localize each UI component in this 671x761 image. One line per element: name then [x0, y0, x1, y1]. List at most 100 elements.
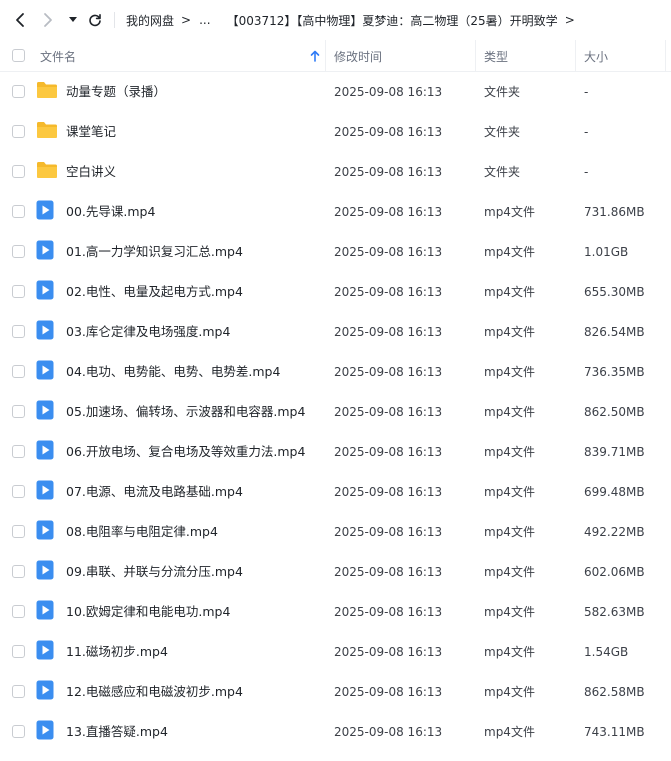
row-checkbox[interactable]	[12, 485, 25, 498]
file-size: 862.50MB	[584, 405, 645, 419]
row-checkbox[interactable]	[12, 205, 25, 218]
breadcrumb-item-root[interactable]: 我的网盘	[126, 12, 174, 29]
row-checkbox[interactable]	[12, 285, 25, 298]
forward-button[interactable]	[38, 8, 58, 32]
file-type: mp4文件	[484, 245, 535, 259]
row-checkbox[interactable]	[12, 605, 25, 618]
video-file-icon	[36, 440, 56, 460]
row-checkbox[interactable]	[12, 165, 25, 178]
file-size: 862.58MB	[584, 685, 645, 699]
arrow-up-icon[interactable]	[310, 50, 320, 62]
column-divider[interactable]	[575, 40, 576, 72]
file-name[interactable]: 07.电源、电流及电路基础.mp4	[66, 472, 243, 512]
history-dropdown-button[interactable]	[66, 8, 80, 32]
file-type: mp4文件	[484, 685, 535, 699]
video-file-icon	[36, 320, 56, 340]
file-name[interactable]: 06.开放电场、复合电场及等效重力法.mp4	[66, 432, 305, 472]
video-file-icon	[36, 560, 56, 580]
file-type: mp4文件	[484, 365, 535, 379]
file-row[interactable]: 05.加速场、偏转场、示波器和电容器.mp4 2025-09-08 16:13 mp…	[0, 392, 671, 432]
column-header-modified-label: 修改时间	[334, 49, 383, 64]
row-checkbox[interactable]	[12, 325, 25, 338]
video-file-icon	[36, 520, 56, 540]
video-file-icon	[36, 280, 56, 300]
row-checkbox[interactable]	[12, 245, 25, 258]
row-checkbox[interactable]	[12, 405, 25, 418]
file-modified-time: 2025-09-08 16:13	[334, 565, 443, 579]
top-navigation-bar: 我的网盘 > ... > 【003712】【高中物理】夏梦迪：高二物理（25暑）…	[0, 0, 671, 40]
file-size: 602.06MB	[584, 565, 645, 579]
file-row[interactable]: 03.库仑定律及电场强度.mp4 2025-09-08 16:13 mp4文件 826…	[0, 312, 671, 352]
file-size: 743.11MB	[584, 725, 645, 739]
file-name[interactable]: 13.直播答疑.mp4	[66, 712, 168, 752]
file-modified-time: 2025-09-08 16:13	[334, 685, 443, 699]
file-row[interactable]: 01.高一力学知识复习汇总.mp4 2025-09-08 16:13 mp4文件 1.…	[0, 232, 671, 272]
file-row[interactable]: 10.欧姆定律和电能电功.mp4 2025-09-08 16:13 mp4文件 582…	[0, 592, 671, 632]
video-file-icon	[36, 400, 56, 420]
column-header-type[interactable]: 类型	[484, 40, 574, 72]
file-name[interactable]: 02.电性、电量及起电方式.mp4	[66, 272, 243, 312]
file-size: -	[584, 85, 589, 99]
file-row[interactable]: 11.磁场初步.mp4 2025-09-08 16:13 mp4文件 1.54GB	[0, 632, 671, 672]
refresh-button[interactable]	[86, 8, 104, 32]
row-checkbox[interactable]	[12, 85, 25, 98]
file-row[interactable]: 07.电源、电流及电路基础.mp4 2025-09-08 16:13 mp4文件 69…	[0, 472, 671, 512]
column-header-modified[interactable]: 修改时间	[334, 40, 474, 72]
file-name[interactable]: 10.欧姆定律和电能电功.mp4	[66, 592, 230, 632]
file-name[interactable]: 12.电磁感应和电磁波初步.mp4	[66, 672, 243, 712]
row-checkbox[interactable]	[12, 565, 25, 578]
file-row[interactable]: 00.先导课.mp4 2025-09-08 16:13 mp4文件 731.86MB	[0, 192, 671, 232]
row-checkbox[interactable]	[12, 525, 25, 538]
folder-icon	[36, 80, 57, 100]
row-checkbox[interactable]	[12, 365, 25, 378]
file-name[interactable]: 课堂笔记	[66, 112, 116, 152]
file-row[interactable]: 02.电性、电量及起电方式.mp4 2025-09-08 16:13 mp4文件 65…	[0, 272, 671, 312]
row-checkbox[interactable]	[12, 445, 25, 458]
file-name[interactable]: 11.磁场初步.mp4	[66, 632, 168, 672]
file-row[interactable]: 13.直播答疑.mp4 2025-09-08 16:13 mp4文件 743.11MB	[0, 712, 671, 752]
file-row[interactable]: 动量专题（录播） 2025-09-08 16:13 文件夹 -	[0, 72, 671, 112]
select-all-checkbox[interactable]	[12, 49, 25, 62]
row-checkbox[interactable]	[12, 645, 25, 658]
row-checkbox[interactable]	[12, 685, 25, 698]
file-name[interactable]: 04.电功、电势能、电势、电势差.mp4	[66, 352, 280, 392]
file-row[interactable]: 12.电磁感应和电磁波初步.mp4 2025-09-08 16:13 mp4文件 86…	[0, 672, 671, 712]
file-name[interactable]: 空白讲义	[66, 152, 116, 192]
file-row[interactable]: 09.串联、并联与分流分压.mp4 2025-09-08 16:13 mp4文件 60…	[0, 552, 671, 592]
video-file-icon	[36, 600, 56, 620]
file-modified-time: 2025-09-08 16:13	[334, 725, 443, 739]
column-divider[interactable]	[325, 40, 326, 72]
file-modified-time: 2025-09-08 16:13	[334, 125, 443, 139]
caret-down-icon	[69, 17, 77, 22]
file-name[interactable]: 00.先导课.mp4	[66, 192, 155, 232]
file-type: 文件夹	[484, 165, 521, 179]
file-name[interactable]: 03.库仑定律及电场强度.mp4	[66, 312, 230, 352]
column-header-name[interactable]: 文件名	[40, 40, 320, 72]
file-modified-time: 2025-09-08 16:13	[334, 485, 443, 499]
column-divider[interactable]	[665, 40, 666, 72]
file-type: mp4文件	[484, 325, 535, 339]
file-name[interactable]: 动量专题（录播）	[66, 72, 166, 112]
file-name[interactable]: 08.电阻率与电阻定律.mp4	[66, 512, 218, 552]
video-file-icon	[36, 480, 56, 500]
file-row[interactable]: 空白讲义 2025-09-08 16:13 文件夹 -	[0, 152, 671, 192]
file-name[interactable]: 01.高一力学知识复习汇总.mp4	[66, 232, 243, 272]
row-checkbox[interactable]	[12, 725, 25, 738]
file-name[interactable]: 05.加速场、偏转场、示波器和电容器.mp4	[66, 392, 305, 432]
breadcrumb-item-current-folder[interactable]: 【003712】【高中物理】夏梦迪：高二物理（25暑）开明致学	[227, 12, 558, 29]
column-divider[interactable]	[475, 40, 476, 72]
video-file-icon	[36, 240, 56, 260]
file-row[interactable]: 06.开放电场、复合电场及等效重力法.mp4 2025-09-08 16:13 mp…	[0, 432, 671, 472]
file-row[interactable]: 08.电阻率与电阻定律.mp4 2025-09-08 16:13 mp4文件 492.…	[0, 512, 671, 552]
row-checkbox[interactable]	[12, 125, 25, 138]
file-name[interactable]: 09.串联、并联与分流分压.mp4	[66, 552, 243, 592]
column-header-size[interactable]: 大小	[584, 40, 664, 72]
file-row[interactable]: 04.电功、电势能、电势、电势差.mp4 2025-09-08 16:13 mp4文…	[0, 352, 671, 392]
back-button[interactable]	[10, 8, 30, 32]
file-modified-time: 2025-09-08 16:13	[334, 645, 443, 659]
breadcrumb-item-ellipsis[interactable]: ...	[199, 13, 210, 27]
video-file-icon	[36, 360, 56, 380]
file-type: mp4文件	[484, 565, 535, 579]
file-row[interactable]: 课堂笔记 2025-09-08 16:13 文件夹 -	[0, 112, 671, 152]
file-modified-time: 2025-09-08 16:13	[334, 605, 443, 619]
